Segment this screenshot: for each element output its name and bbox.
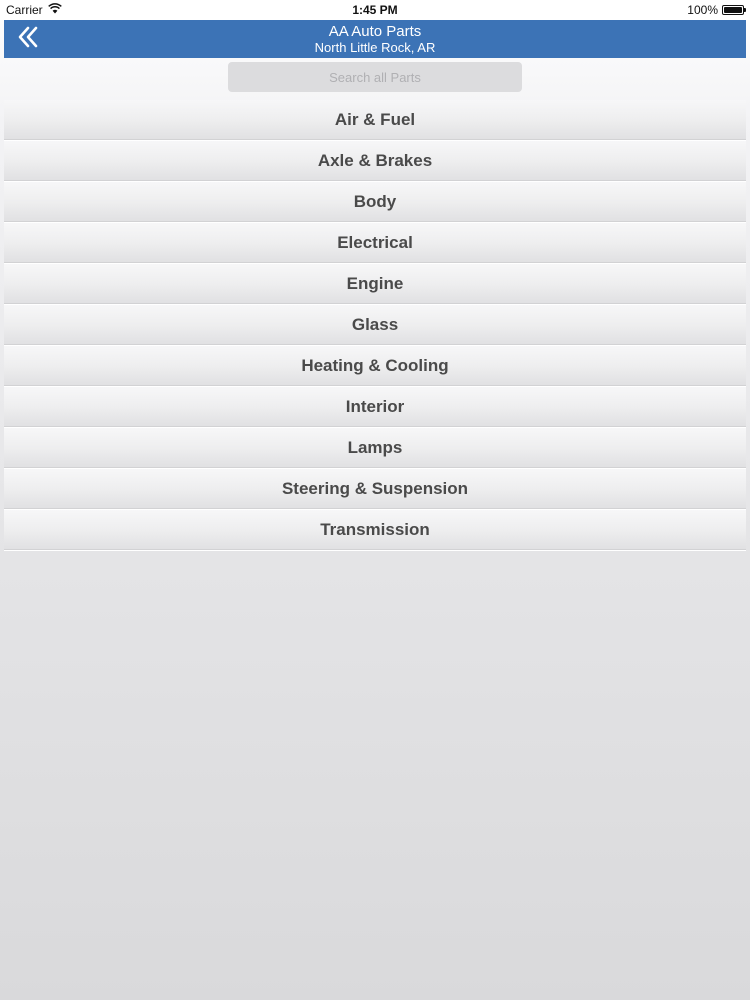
search-input[interactable] (228, 62, 522, 92)
category-item-electrical[interactable]: Electrical (4, 223, 746, 264)
category-item-glass[interactable]: Glass (4, 305, 746, 346)
nav-bar: AA Auto Parts North Little Rock, AR (4, 20, 746, 58)
status-bar: Carrier 1:45 PM 100% (0, 0, 750, 20)
category-item-interior[interactable]: Interior (4, 387, 746, 428)
category-item-steering-suspension[interactable]: Steering & Suspension (4, 469, 746, 510)
battery-percent: 100% (687, 3, 718, 17)
battery-icon (722, 5, 746, 15)
category-list: Air & Fuel Axle & Brakes Body Electrical… (4, 100, 746, 551)
category-item-axle-brakes[interactable]: Axle & Brakes (4, 141, 746, 182)
category-item-transmission[interactable]: Transmission (4, 510, 746, 551)
category-item-heating-cooling[interactable]: Heating & Cooling (4, 346, 746, 387)
status-right: 100% (687, 3, 746, 17)
category-item-air-fuel[interactable]: Air & Fuel (4, 100, 746, 141)
page-title: AA Auto Parts (328, 23, 422, 40)
category-item-body[interactable]: Body (4, 182, 746, 223)
page-subtitle: North Little Rock, AR (314, 40, 436, 55)
category-item-engine[interactable]: Engine (4, 264, 746, 305)
category-item-lamps[interactable]: Lamps (4, 428, 746, 469)
status-time: 1:45 PM (352, 3, 398, 17)
